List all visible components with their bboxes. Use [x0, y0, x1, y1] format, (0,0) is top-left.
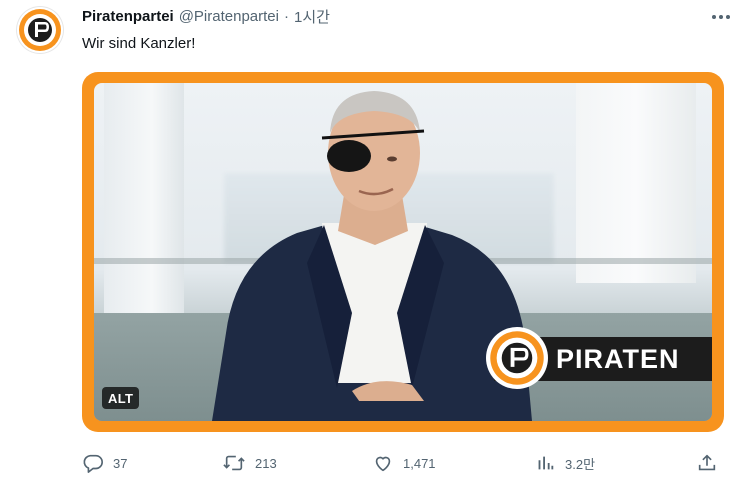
tweet-media[interactable]: ALT PIRATEN	[82, 72, 724, 432]
views-icon	[538, 456, 554, 470]
tweet-text: Wir sind Kanzler!	[82, 35, 196, 52]
views-button[interactable]: 3.2만	[534, 452, 595, 474]
like-button[interactable]: 1,471	[372, 452, 436, 474]
views-count: 3.2만	[565, 456, 596, 472]
reply-count: 37	[113, 455, 128, 471]
like-count: 1,471	[403, 455, 436, 471]
avatar[interactable]	[16, 6, 64, 54]
author-name[interactable]: Piratenpartei	[82, 8, 174, 25]
timestamp[interactable]: 1시간	[294, 6, 330, 27]
brand-text: PIRATEN	[556, 344, 680, 374]
tweet-header: Piratenpartei @Piratenpartei · 1시간	[82, 6, 690, 26]
action-bar: 37 213 1,471 3.2만	[82, 452, 728, 474]
author-handle[interactable]: @Piratenpartei	[179, 8, 279, 25]
media-photo[interactable]: ALT PIRATEN	[94, 83, 712, 421]
share-icon	[698, 454, 716, 471]
brand-logo	[486, 327, 548, 389]
tweet[interactable]: Piratenpartei @Piratenpartei · 1시간 Wir s…	[0, 0, 750, 492]
repost-button[interactable]: 213	[222, 452, 277, 474]
person-figure	[212, 91, 532, 421]
like-icon	[375, 456, 391, 472]
alt-badge[interactable]: ALT	[102, 387, 140, 409]
background-column	[576, 83, 696, 283]
reply-icon	[83, 454, 103, 473]
more-icon	[712, 15, 730, 19]
repost-icon	[223, 455, 245, 471]
pirate-logo-icon	[490, 331, 544, 385]
reply-button[interactable]: 37	[82, 452, 127, 474]
pirate-logo-icon	[19, 9, 61, 51]
more-button[interactable]	[710, 8, 732, 26]
brand-banner: PIRATEN	[486, 327, 712, 389]
share-button[interactable]	[696, 452, 718, 474]
separator-dot: ·	[283, 7, 289, 25]
repost-count: 213	[255, 455, 277, 471]
